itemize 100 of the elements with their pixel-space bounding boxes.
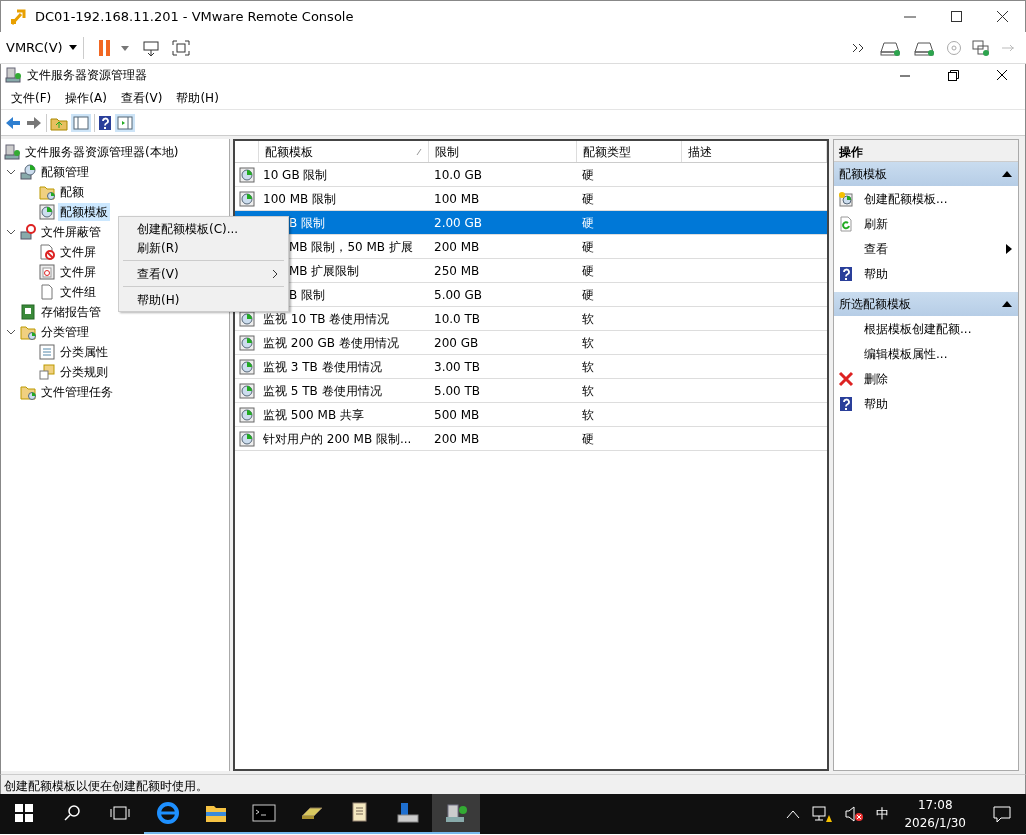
help-icon[interactable]: [98, 114, 112, 131]
quota-template-icon: [239, 406, 255, 423]
menu-item[interactable]: 操作(A): [58, 86, 114, 109]
folder-icon: [20, 324, 36, 340]
vmrc-menu[interactable]: VMRC(V): [6, 35, 77, 60]
table-cell-text: B 限制: [289, 214, 327, 232]
table-cell-text: 硬: [581, 214, 595, 232]
logo-icon: [9, 7, 27, 26]
table-cell-text: 软: [581, 382, 595, 400]
quota-template-icon: [239, 382, 255, 399]
collapse-icon[interactable]: [1002, 301, 1012, 307]
table-cell-text: 软: [581, 334, 595, 352]
quota-template-icon: [239, 430, 255, 447]
server-icon[interactable]: [444, 801, 468, 825]
tree-item[interactable]: 分类规则: [58, 363, 110, 381]
table-row[interactable]: 10 GB 限制 10.0 GB 硬: [235, 163, 827, 187]
table-cell-text: 100 MB 限制: [262, 190, 338, 208]
table-cell-text: 监视 500 MB 共享: [262, 406, 365, 424]
section-header: 所选配额模板: [839, 296, 911, 313]
tree-item[interactable]: 文件屏蔽管: [39, 223, 103, 241]
forward-icon[interactable]: [25, 114, 43, 131]
table-row[interactable]: 监视 500 MB 共享 500 MB 软: [235, 403, 827, 427]
table-cell-text: 5.00 TB: [433, 382, 482, 400]
drive-icon[interactable]: [912, 39, 936, 56]
table-cell-text: 软: [581, 358, 595, 376]
submenu-arrow-icon: [1006, 243, 1012, 254]
pause-icon[interactable]: [97, 38, 112, 57]
tree-item[interactable]: 文件屏: [58, 243, 98, 261]
caret-icon[interactable]: [119, 43, 130, 52]
table-cell-text: 200 GB: [433, 334, 480, 352]
table-cell-text: 硬: [581, 238, 595, 256]
window-title: DC01-192.168.11.201 - VMware Remote Console: [35, 7, 354, 26]
task-view-icon[interactable]: [110, 805, 130, 821]
table-row[interactable]: 监视 5 TB 卷使用情况 5.00 TB 软: [235, 379, 827, 403]
tree-item[interactable]: 配额: [58, 183, 86, 201]
tree-item[interactable]: 文件组: [58, 283, 98, 301]
tree-item[interactable]: 文件屏: [58, 263, 98, 281]
pane-toggle-icon[interactable]: [71, 113, 91, 132]
menu-item[interactable]: 帮助(H): [169, 86, 226, 109]
menu-item[interactable]: 文件(F): [4, 86, 59, 109]
section-header: 配额模板: [839, 166, 887, 183]
table-cell-text: 10.0 GB: [433, 166, 484, 184]
action-item[interactable]: 刷新: [834, 211, 1018, 236]
blocked-icon: [20, 224, 36, 240]
tree-item[interactable]: 文件服务器资源管理器(本地): [23, 143, 181, 161]
table-row[interactable]: 监视 200 GB 卷使用情况 200 GB 软: [235, 331, 827, 355]
pane-title: 操作: [834, 140, 1018, 162]
table-cell-text: 监视 5 TB 卷使用情况: [262, 382, 383, 400]
send-keys-icon[interactable]: [140, 38, 161, 57]
action-item[interactable]: 帮助: [834, 261, 1018, 286]
search-icon[interactable]: [63, 804, 81, 822]
network-warning-icon[interactable]: [812, 805, 833, 823]
volume-muted-icon[interactable]: [844, 805, 865, 823]
node-icon: [20, 304, 36, 320]
notification-icon[interactable]: [992, 805, 1012, 823]
clock-time: 17:08: [916, 797, 954, 814]
table-cell-text: 软: [581, 406, 595, 424]
clock-date: 2026/1/30: [904, 815, 966, 832]
quota-template-icon: [239, 190, 255, 207]
tree-item[interactable]: 存储报告管: [39, 303, 103, 321]
chevron-down-icon[interactable]: [6, 327, 16, 337]
quota-template-icon: [239, 358, 255, 375]
table-row[interactable]: 监视 3 TB 卷使用情况 3.00 TB 软: [235, 355, 827, 379]
chevron-up-icon[interactable]: [786, 809, 801, 819]
table-cell-text: 监视 3 TB 卷使用情况: [262, 358, 383, 376]
back-icon[interactable]: [4, 114, 22, 131]
windows-icon[interactable]: [15, 804, 33, 822]
table-cell-text: 硬: [581, 262, 595, 280]
folder-icon: [39, 184, 55, 200]
sort-icon: [416, 147, 423, 156]
action-item[interactable]: 根据模板创建配额...: [834, 316, 1018, 341]
table-cell-text: 500 MB: [433, 406, 481, 424]
terminal-icon[interactable]: [252, 801, 276, 825]
node-icon: [4, 144, 20, 160]
table-row[interactable]: 针对用户的 200 MB 限制... 200 MB 硬: [235, 427, 827, 451]
tree-item[interactable]: 文件管理任务: [39, 383, 115, 401]
tree-item[interactable]: 分类属性: [58, 343, 110, 361]
drive-icon[interactable]: [878, 39, 902, 56]
action-item[interactable]: 删除: [834, 366, 1018, 391]
fullscreen-icon[interactable]: [170, 38, 191, 57]
node-icon: [39, 204, 55, 220]
table-cell-text: 软: [581, 310, 595, 328]
ime-indicator[interactable]: 中: [876, 804, 890, 824]
menu-item[interactable]: 查看(V): [113, 86, 170, 109]
action-item[interactable]: 创建配额模板...: [834, 186, 1018, 211]
action-item[interactable]: 查看: [834, 236, 1018, 261]
action-item[interactable]: 编辑模板属性...: [834, 341, 1018, 366]
chevron-down-icon[interactable]: [6, 167, 16, 177]
globe-icon[interactable]: [156, 801, 180, 825]
chevron-down-icon[interactable]: [6, 227, 16, 237]
table-cell-text: 10 GB 限制: [262, 166, 329, 184]
action-item[interactable]: 帮助: [834, 391, 1018, 416]
tree-item[interactable]: 分类管理: [39, 323, 91, 341]
tree-item[interactable]: 配额模板: [58, 203, 110, 221]
table-cell-text: MB 扩展限制: [289, 262, 361, 280]
collapse-icon[interactable]: [1002, 171, 1012, 177]
chevron-right-icon: [272, 268, 278, 279]
caret-icon: [68, 45, 77, 50]
tree-item[interactable]: 配额管理: [39, 163, 91, 181]
table-cell-text: 200 MB: [433, 238, 481, 256]
